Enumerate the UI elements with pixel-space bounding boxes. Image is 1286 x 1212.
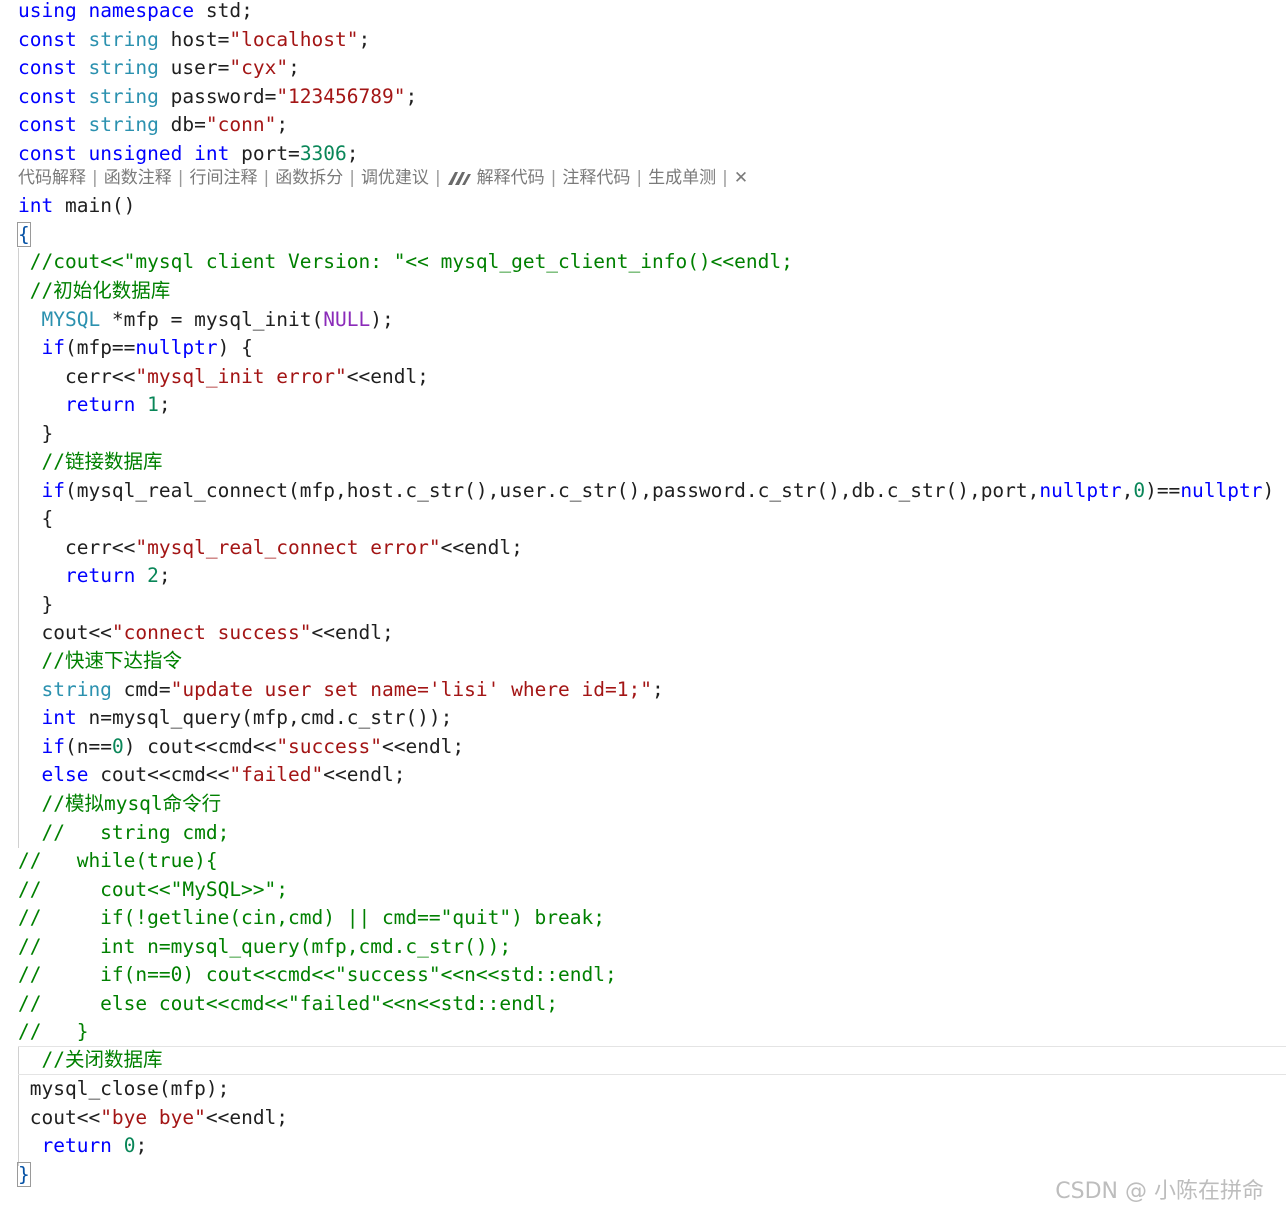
code-line[interactable]: const unsigned int port=3306;	[18, 140, 359, 168]
codelens-separator: |	[636, 168, 643, 188]
codelens-separator: |	[722, 168, 728, 188]
code-line[interactable]: //链接数据库	[18, 448, 162, 476]
code-line[interactable]: // cout<<"MySQL>>";	[18, 876, 288, 904]
codelens-separator: |	[177, 168, 184, 188]
code-line[interactable]: MYSQL *mfp = mysql_init(NULL);	[18, 306, 393, 334]
code-line[interactable]: if(n==0) cout<<cmd<<"success"<<endl;	[18, 733, 464, 761]
codelens-separator: |	[349, 168, 355, 188]
code-line[interactable]: // int n=mysql_query(mfp,cmd.c_str());	[18, 933, 511, 961]
close-icon[interactable]: ✕	[734, 165, 748, 191]
code-line[interactable]: int main()	[18, 192, 135, 220]
codelens-split-function[interactable]: 函数拆分	[275, 165, 343, 191]
code-line[interactable]: //模拟mysql命令行	[18, 790, 221, 818]
code-line[interactable]: //cout<<"mysql client Version: "<< mysql…	[18, 248, 793, 276]
ai-codelens-bar: 代码解释 | 函数注释 | 行间注释 | 函数拆分 | 调优建议 | 解释代码 | 注释代码…	[18, 165, 748, 191]
code-line[interactable]: return 1;	[18, 391, 171, 419]
code-line[interactable]: int n=mysql_query(mfp,cmd.c_str());	[18, 704, 452, 732]
code-line[interactable]: }	[18, 591, 53, 619]
codelens-separator: |	[92, 168, 98, 188]
codelens-separator: |	[434, 168, 441, 188]
code-line[interactable]: return 2;	[18, 562, 171, 590]
code-line[interactable]: cerr<<"mysql_init error"<<endl;	[18, 363, 429, 391]
codelens-ai-comment[interactable]: 注释代码	[562, 165, 630, 191]
codelens-separator: |	[550, 168, 557, 188]
code-editor[interactable]: using namespace std; const string host="l…	[0, 0, 1286, 1212]
codelens-inline-comment[interactable]: 行间注释	[189, 165, 257, 191]
code-line[interactable]: if(mfp==nullptr) {	[18, 334, 252, 362]
code-line[interactable]: mysql_close(mfp);	[18, 1075, 230, 1103]
code-line[interactable]: }	[17, 1161, 31, 1189]
code-line[interactable]: const string password="123456789";	[18, 83, 417, 111]
code-line[interactable]: cout<<"connect success"<<endl;	[18, 619, 393, 647]
code-line[interactable]: // if(!getline(cin,cmd) || cmd=="quit") …	[18, 904, 605, 932]
code-line[interactable]: // while(true){	[18, 847, 218, 875]
code-line[interactable]: //初始化数据库	[18, 277, 170, 305]
code-line[interactable]: const string db="conn";	[18, 111, 288, 139]
codelens-ai-explain[interactable]: 解释代码	[477, 165, 545, 191]
code-line[interactable]: // else cout<<cmd<<"failed"<<n<<std::end…	[18, 990, 558, 1018]
code-line[interactable]: else cout<<cmd<<"failed"<<endl;	[18, 761, 405, 789]
code-line[interactable]: cerr<<"mysql_real_connect error"<<endl;	[18, 534, 523, 562]
code-line[interactable]: // }	[18, 1018, 88, 1046]
codelens-ai-unit-test[interactable]: 生成单测	[648, 165, 716, 191]
code-line[interactable]: using namespace std;	[18, 0, 253, 25]
code-line[interactable]: string cmd="update user set name='lisi' …	[18, 676, 663, 704]
code-line[interactable]: {	[17, 221, 31, 249]
code-line[interactable]: const string user="cyx";	[18, 54, 300, 82]
code-line[interactable]: const string host="localhost";	[18, 26, 370, 54]
code-line[interactable]: {	[18, 505, 53, 533]
code-line[interactable]: // string cmd;	[18, 819, 229, 847]
codelens-separator: |	[263, 168, 270, 188]
code-line[interactable]: // if(n==0) cout<<cmd<<"success"<<n<<std…	[18, 961, 617, 989]
code-line[interactable]: cout<<"bye bye"<<endl;	[18, 1104, 288, 1132]
code-line[interactable]: if(mysql_real_connect(mfp,host.c_str(),u…	[18, 477, 1274, 505]
code-line[interactable]: //快速下达指令	[18, 647, 181, 675]
codelens-explain-code[interactable]: 代码解释	[18, 165, 86, 191]
code-line[interactable]: return 0;	[18, 1132, 147, 1160]
codelens-optimize[interactable]: 调优建议	[361, 165, 429, 191]
code-line[interactable]: }	[18, 420, 53, 448]
code-line[interactable]: //关闭数据库	[18, 1046, 162, 1074]
ai-logo-icon	[447, 169, 473, 187]
current-line-highlight	[18, 1046, 1286, 1075]
watermark: CSDN @ 小陈在拼命	[1055, 1179, 1264, 1204]
codelens-function-comment[interactable]: 函数注释	[104, 165, 172, 191]
